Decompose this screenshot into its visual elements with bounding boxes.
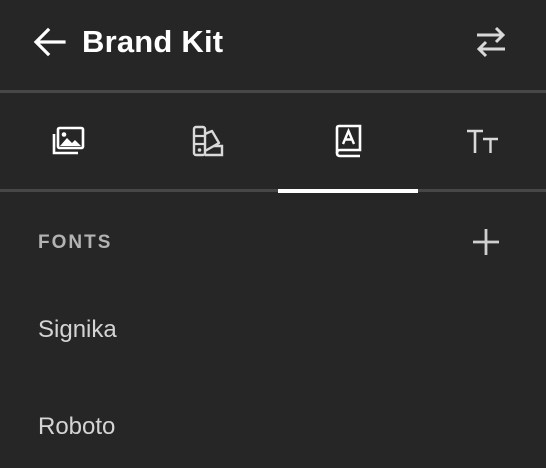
active-tab-indicator (278, 189, 418, 193)
swap-button[interactable] (468, 22, 514, 62)
tabs-divider (0, 189, 546, 192)
font-item-signika[interactable]: Signika (0, 282, 546, 378)
font-book-icon (335, 124, 362, 158)
font-item-label: Signika (38, 316, 117, 343)
section-title-fonts: FONTS (38, 232, 113, 253)
tab-text-styles[interactable] (420, 93, 546, 189)
add-font-button[interactable] (464, 220, 508, 264)
tab-bar (0, 93, 546, 189)
swap-arrows-icon (476, 26, 506, 58)
tab-colors[interactable] (140, 93, 276, 189)
color-palette-icon (192, 125, 224, 157)
header: Brand Kit (0, 0, 546, 90)
page-title: Brand Kit (82, 24, 224, 59)
arrow-left-icon (33, 27, 66, 57)
font-item-label: Roboto (38, 413, 116, 440)
brand-kit-panel: Brand Kit FONTS Signika Roboto (0, 0, 546, 468)
plus-icon (473, 229, 499, 255)
text-size-icon (467, 129, 498, 153)
back-button[interactable] (28, 24, 72, 60)
tab-fonts[interactable] (280, 93, 416, 189)
tab-images[interactable] (0, 93, 136, 189)
font-item-roboto[interactable]: Roboto (0, 378, 546, 468)
images-icon (52, 126, 85, 155)
